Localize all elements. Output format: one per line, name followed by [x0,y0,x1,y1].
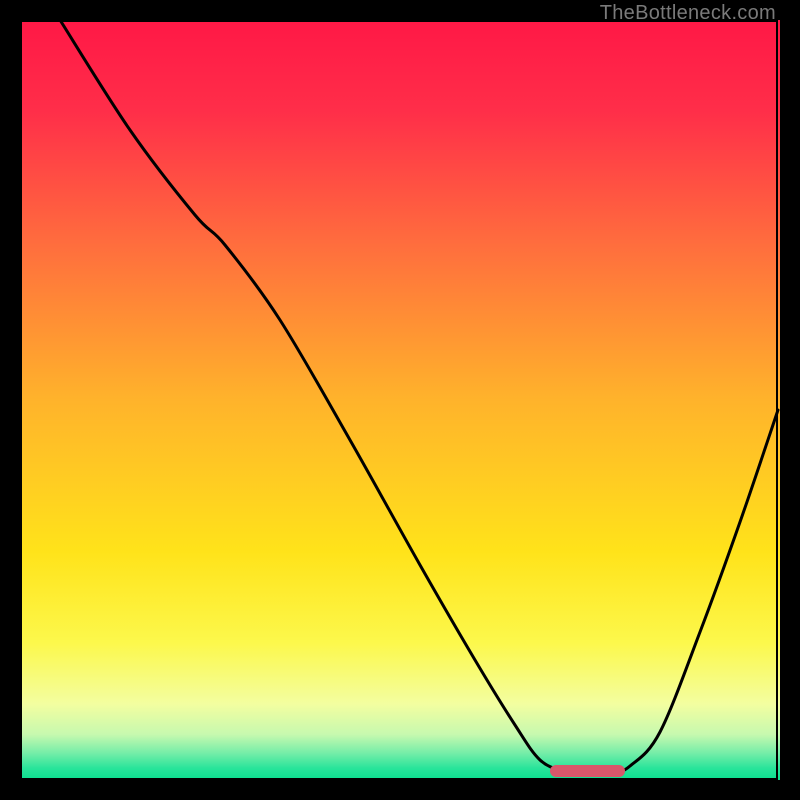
plot-border [20,20,778,780]
watermark-text: TheBottleneck.com [600,2,776,25]
